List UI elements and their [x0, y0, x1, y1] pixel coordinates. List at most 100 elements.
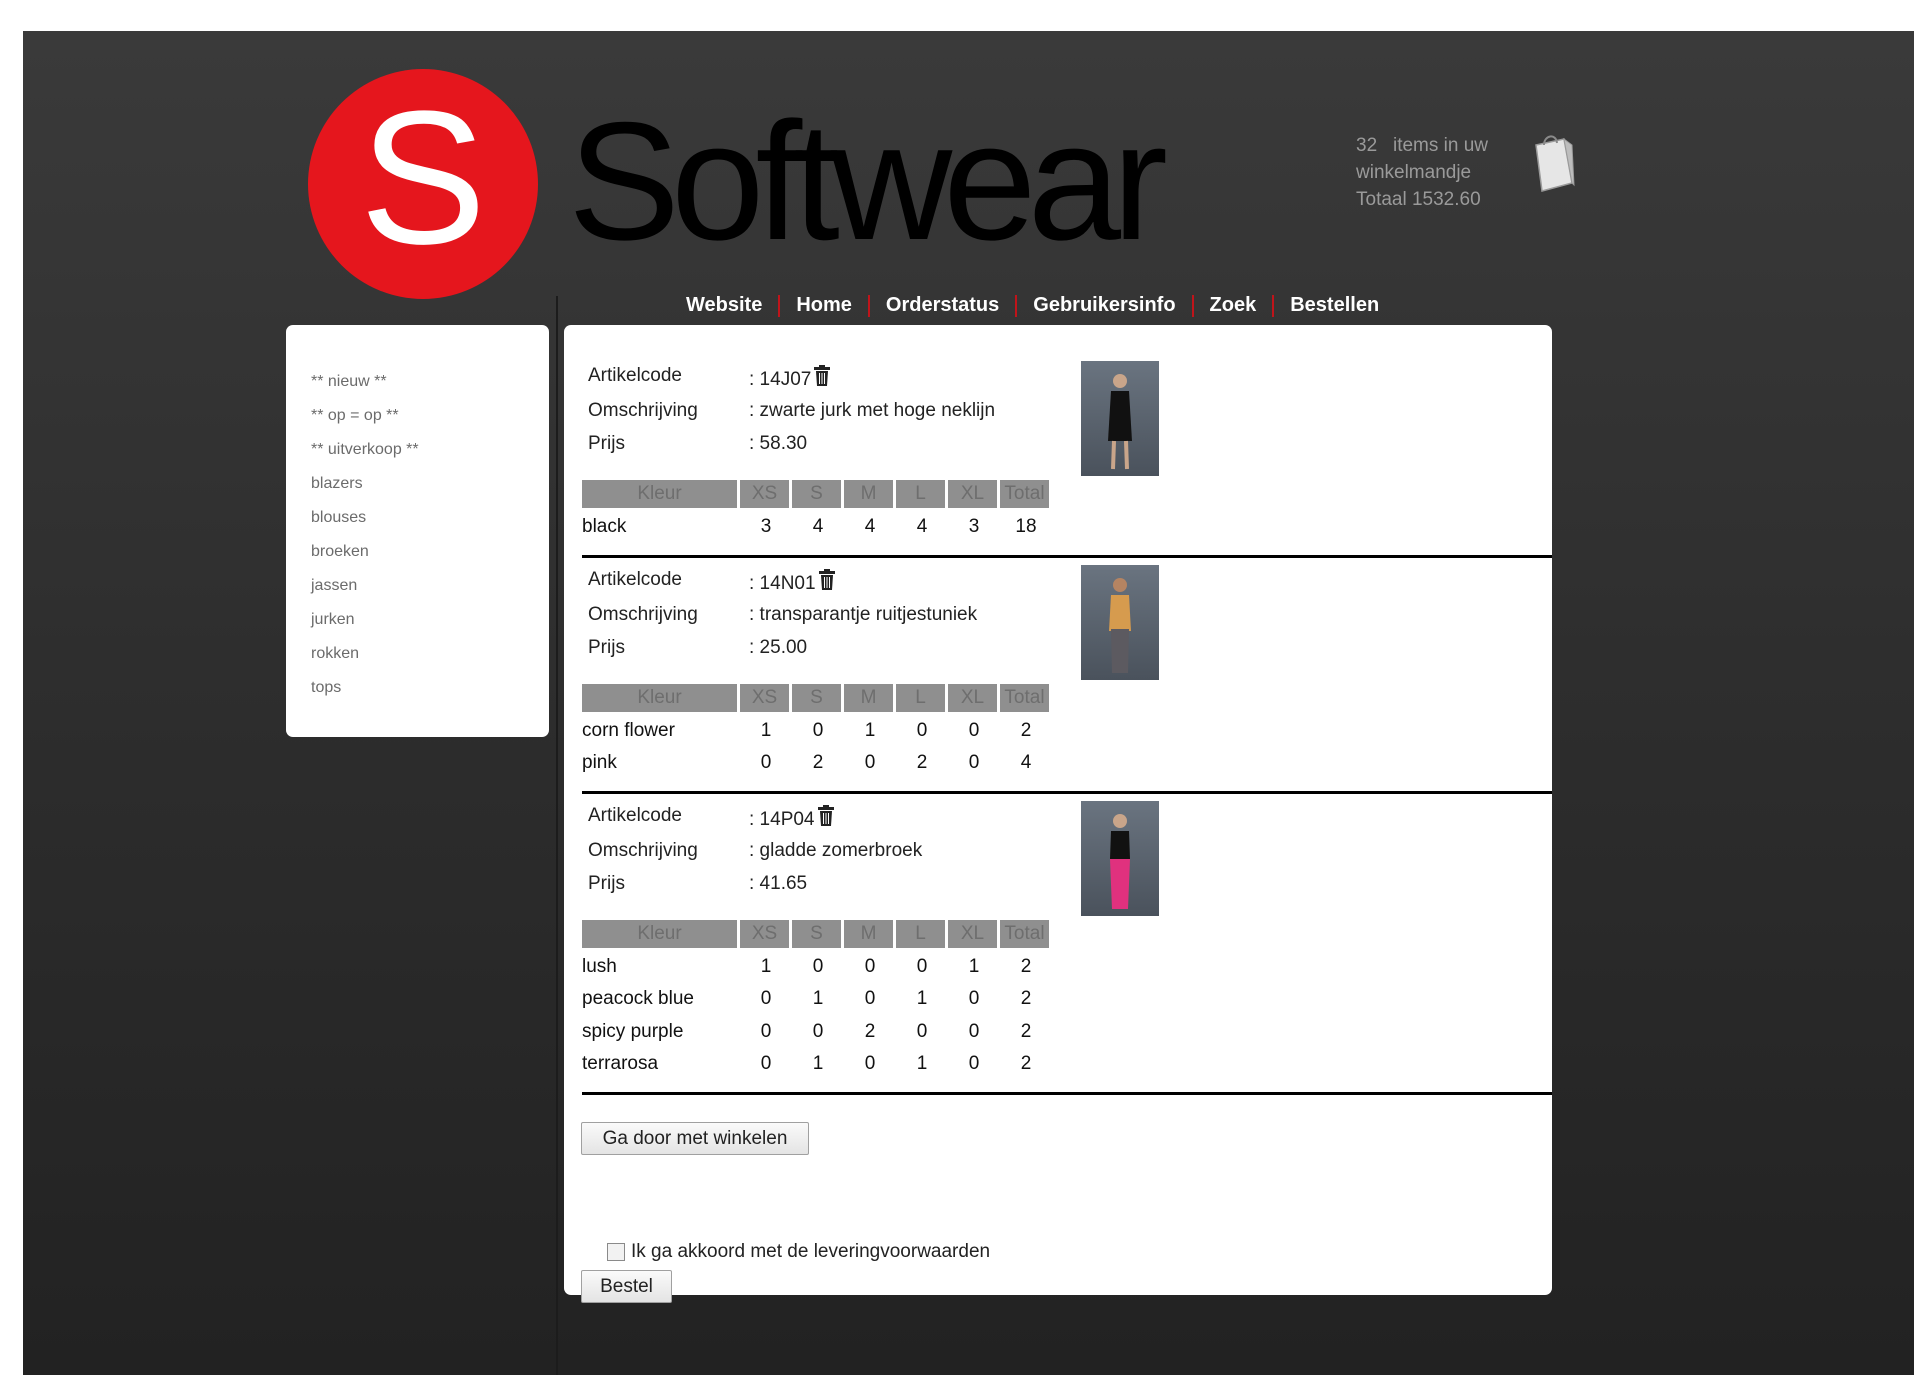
col-xs: XS	[740, 480, 789, 508]
qty-s: 0	[812, 720, 824, 741]
agree-label[interactable]: Ik ga akkoord met de leveringvoorwaarden	[631, 1241, 990, 1263]
nav-separator	[1272, 294, 1275, 317]
qty-xs: 1	[760, 720, 772, 741]
row-color: terrarosa	[582, 1053, 659, 1074]
col-s: S	[792, 920, 841, 948]
sidebar-item-blazers[interactable]: blazers	[311, 467, 549, 501]
qty-xs: 0	[760, 988, 772, 1009]
nav-orderstatus[interactable]: Orderstatus	[886, 294, 999, 317]
col-l: L	[896, 480, 945, 508]
qty-l: 1	[916, 988, 928, 1009]
qty-xl: 0	[968, 1021, 980, 1042]
col-xl: XL	[948, 920, 997, 948]
col-m: M	[844, 684, 893, 712]
table-row: pink 0 2 0 2 0 4	[582, 752, 1052, 784]
qty-s: 2	[812, 752, 824, 773]
trash-icon[interactable]	[817, 805, 835, 827]
col-s: S	[792, 684, 841, 712]
trash-icon[interactable]	[818, 569, 836, 591]
product-divider	[582, 791, 1552, 794]
col-total: Total	[1000, 480, 1049, 508]
cart-count: 32 items in uw	[1356, 135, 1488, 156]
qty-m: 0	[864, 1053, 876, 1074]
code-label: Artikelcode	[588, 569, 682, 590]
product-description: : zwarte jurk met hoge neklijn	[749, 400, 996, 421]
col-total: Total	[1000, 684, 1049, 712]
table-row: peacock blue 0 1 0 1 0 2	[582, 988, 1052, 1020]
product-description: : transparantje ruitjestuniek	[749, 604, 978, 625]
sidebar-item-jurken[interactable]: jurken	[311, 603, 549, 637]
qty-m: 2	[864, 1021, 876, 1042]
cart-panel: Artikelcode : 14J07 Omschrijving : zwart…	[564, 325, 1552, 1295]
product-photo[interactable]	[1081, 565, 1159, 680]
qty-m: 0	[864, 752, 876, 773]
qty-total: 2	[1020, 720, 1032, 741]
product-code: : 14P04	[749, 805, 835, 831]
nav-separator	[867, 294, 870, 317]
nav-website[interactable]: Website	[686, 294, 762, 317]
row-color: corn flower	[582, 720, 675, 741]
qty-xs: 0	[760, 1053, 772, 1074]
sidebar-item-op-op[interactable]: ** op = op **	[311, 399, 549, 433]
col-kleur: Kleur	[582, 684, 737, 712]
col-xs: XS	[740, 920, 789, 948]
cart-summary[interactable]: 32 items in uw winkelmandje Totaal 1532.…	[1356, 132, 1488, 213]
size-header: Kleur XS S M L XL Total	[582, 480, 1052, 508]
sidebar-item-tops[interactable]: tops	[311, 671, 549, 705]
order-button[interactable]: Bestel	[581, 1270, 672, 1303]
qty-total: 2	[1020, 988, 1032, 1009]
table-row: terrarosa 0 1 0 1 0 2	[582, 1053, 1052, 1085]
sidebar-item-jassen[interactable]: jassen	[311, 569, 549, 603]
agree-checkbox[interactable]	[607, 1243, 625, 1261]
qty-s: 0	[812, 956, 824, 977]
continue-shopping-button[interactable]: Ga door met winkelen	[581, 1122, 809, 1155]
price-label: Prijs	[588, 873, 625, 894]
code-label: Artikelcode	[588, 365, 682, 386]
col-s: S	[792, 480, 841, 508]
logo-wordmark[interactable]: Softwear	[568, 97, 1168, 265]
sidebar-item-uitverkoop[interactable]: ** uitverkoop **	[311, 433, 549, 467]
product-code: : 14J07	[749, 365, 831, 391]
product-code: : 14N01	[749, 569, 836, 595]
qty-m: 1	[864, 720, 876, 741]
sidebar-item-rokken[interactable]: rokken	[311, 637, 549, 671]
nav-gebruikersinfo[interactable]: Gebruikersinfo	[1033, 294, 1175, 317]
table-row: lush 1 0 0 0 1 2	[582, 956, 1052, 988]
table-row: black 3 4 4 4 3 18	[582, 516, 1052, 548]
sidebar-item-broeken[interactable]: broeken	[311, 535, 549, 569]
code-label: Artikelcode	[588, 805, 682, 826]
qty-s: 4	[812, 516, 824, 537]
qty-m: 0	[864, 988, 876, 1009]
column-divider	[556, 296, 558, 1375]
cart-label: winkelmandje	[1356, 162, 1472, 183]
row-color: spicy purple	[582, 1021, 684, 1042]
qty-l: 0	[916, 720, 928, 741]
trash-icon[interactable]	[813, 365, 831, 387]
price-label: Prijs	[588, 433, 625, 454]
nav-separator	[778, 294, 781, 317]
logo-badge[interactable]: S	[308, 69, 538, 299]
sidebar-item-blouses[interactable]: blouses	[311, 501, 549, 535]
qty-m: 0	[864, 956, 876, 977]
main-nav: Website Home Orderstatus Gebruikersinfo …	[686, 294, 1379, 317]
desc-label: Omschrijving	[588, 400, 698, 421]
product-price: : 25.00	[749, 637, 808, 658]
qty-total: 4	[1020, 752, 1032, 773]
page-background: S Softwear 32 items in uw winkelmandje T…	[23, 31, 1914, 1375]
sidebar-item-nieuw[interactable]: ** nieuw **	[311, 365, 549, 399]
row-color: peacock blue	[582, 988, 694, 1009]
nav-home[interactable]: Home	[796, 294, 852, 317]
col-xl: XL	[948, 684, 997, 712]
product-price: : 41.65	[749, 873, 808, 894]
nav-separator	[1191, 294, 1194, 317]
nav-zoek[interactable]: Zoek	[1210, 294, 1257, 317]
product-photo[interactable]	[1081, 361, 1159, 476]
qty-total: 2	[1020, 956, 1032, 977]
qty-xl: 0	[968, 720, 980, 741]
qty-l: 0	[916, 956, 928, 977]
product-photo[interactable]	[1081, 801, 1159, 916]
nav-bestellen[interactable]: Bestellen	[1290, 294, 1379, 317]
qty-total: 2	[1020, 1021, 1032, 1042]
col-xl: XL	[948, 480, 997, 508]
shopping-bag-icon[interactable]	[1528, 131, 1576, 193]
